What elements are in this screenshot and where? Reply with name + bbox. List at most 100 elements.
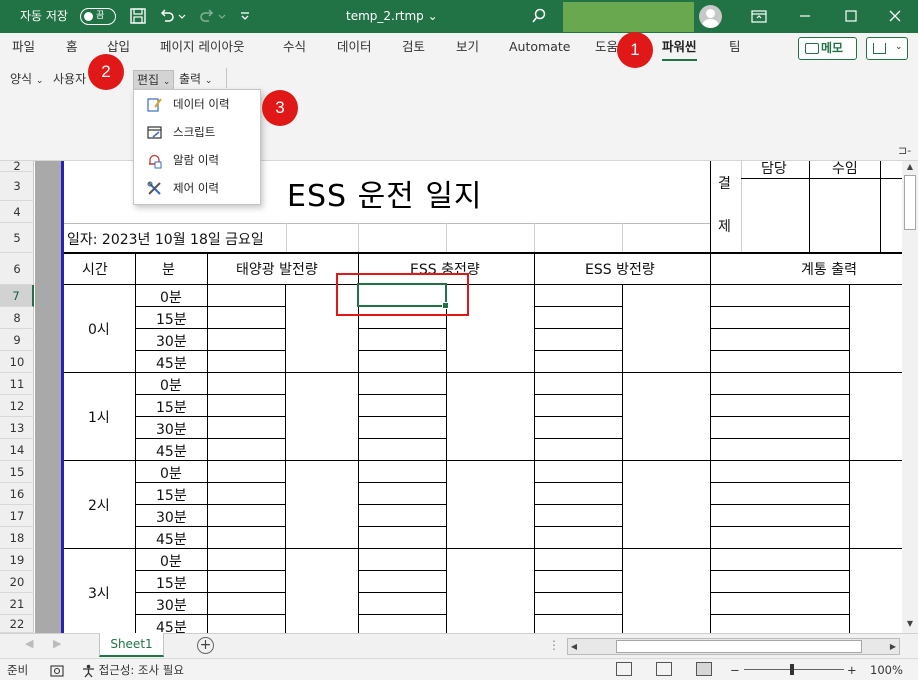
tab-team[interactable]: 팀 bbox=[729, 39, 741, 61]
row-header[interactable]: 13 bbox=[0, 417, 34, 439]
row-header[interactable]: 16 bbox=[0, 483, 34, 505]
vertical-scroll-thumb[interactable] bbox=[904, 175, 916, 230]
tab-data[interactable]: 데이터 bbox=[337, 39, 372, 61]
prev-sheet-icon[interactable]: ◀ bbox=[25, 637, 33, 650]
tab-automate[interactable]: Automate bbox=[509, 39, 570, 61]
autosave-toggle[interactable]: 끔 bbox=[80, 8, 116, 25]
zoom-slider[interactable] bbox=[744, 669, 844, 670]
row-header[interactable]: 19 bbox=[0, 549, 34, 571]
undo-dropdown-icon[interactable] bbox=[176, 6, 188, 26]
next-sheet-icon[interactable]: ▶ bbox=[53, 637, 61, 650]
close-icon[interactable] bbox=[885, 6, 905, 26]
undo-icon[interactable] bbox=[157, 6, 177, 26]
menu-item-script[interactable]: 스크립트 bbox=[134, 118, 260, 146]
zoom-slider-thumb[interactable] bbox=[790, 664, 794, 675]
user-menu[interactable]: 사용자 bbox=[53, 70, 86, 92]
row-header[interactable]: 20 bbox=[0, 571, 34, 593]
tab-file[interactable]: 파일 bbox=[12, 39, 35, 61]
menu-item-control-history[interactable]: 제어 이력 bbox=[134, 174, 260, 202]
scroll-right-icon[interactable]: ▶ bbox=[887, 639, 899, 654]
row-header[interactable]: 2 bbox=[0, 161, 34, 172]
header-grid-output: 계통 출력 bbox=[801, 262, 857, 278]
grid-line bbox=[880, 161, 881, 253]
pin-ribbon-icon[interactable]: ⊐- bbox=[898, 144, 911, 157]
row-header[interactable]: 17 bbox=[0, 505, 34, 527]
normal-view-icon[interactable] bbox=[616, 662, 632, 676]
grid-line bbox=[710, 306, 849, 307]
memo-button[interactable]: 메모 bbox=[798, 37, 857, 60]
tab-view[interactable]: 보기 bbox=[456, 39, 479, 61]
grid-line bbox=[534, 416, 622, 417]
row-header[interactable]: 22 bbox=[0, 615, 34, 633]
grid-line bbox=[207, 394, 285, 395]
grid-line bbox=[358, 592, 446, 593]
row-header[interactable]: 5 bbox=[0, 223, 34, 253]
ribbon-display-icon[interactable] bbox=[749, 6, 769, 26]
macro-record-icon[interactable] bbox=[50, 659, 64, 680]
hour-label: 0시 bbox=[88, 322, 110, 338]
scroll-up-icon[interactable]: ▲ bbox=[905, 162, 915, 171]
tab-home[interactable]: 홈 bbox=[66, 39, 78, 61]
redo-icon[interactable] bbox=[197, 6, 217, 26]
row-header[interactable]: 12 bbox=[0, 395, 34, 417]
grid-line bbox=[358, 438, 446, 439]
row-header[interactable]: 21 bbox=[0, 593, 34, 615]
grid-line bbox=[710, 526, 849, 527]
tab-formulas[interactable]: 수식 bbox=[283, 39, 306, 61]
row-header[interactable]: 15 bbox=[0, 461, 34, 483]
grid-line bbox=[358, 372, 446, 373]
horizontal-scroll-thumb[interactable] bbox=[616, 640, 862, 653]
grid-line bbox=[849, 548, 902, 549]
tab-page-layout[interactable]: 페이지 레이아웃 bbox=[160, 39, 244, 61]
form-menu[interactable]: 양식 ⌄ bbox=[10, 70, 43, 92]
row-header[interactable]: 9 bbox=[0, 329, 34, 351]
row-header[interactable]: 7 bbox=[0, 285, 34, 307]
row-header[interactable]: 6 bbox=[0, 253, 34, 285]
tab-review[interactable]: 검토 bbox=[402, 39, 425, 61]
row-header[interactable]: 3 bbox=[0, 172, 34, 201]
scroll-left-icon[interactable]: ◀ bbox=[568, 639, 580, 654]
sheet-tab-sheet1[interactable]: Sheet1 bbox=[99, 633, 164, 657]
avatar[interactable] bbox=[699, 5, 722, 28]
account-name-box[interactable] bbox=[563, 2, 694, 32]
redo-dropdown-icon[interactable] bbox=[216, 6, 228, 26]
zoom-in-button[interactable]: + bbox=[847, 659, 857, 680]
row-header[interactable]: 14 bbox=[0, 439, 34, 461]
row-header[interactable]: 8 bbox=[0, 307, 34, 329]
save-icon[interactable] bbox=[128, 6, 148, 26]
minimize-icon[interactable] bbox=[795, 6, 815, 26]
grid-line bbox=[358, 614, 446, 615]
accessibility-status[interactable]: 접근성: 조사 필요 bbox=[82, 659, 184, 680]
minute-label: 30분 bbox=[156, 334, 187, 350]
row-header[interactable]: 11 bbox=[0, 373, 34, 395]
customize-toolbar-icon[interactable] bbox=[235, 6, 255, 26]
row-header[interactable]: 18 bbox=[0, 527, 34, 549]
search-icon[interactable] bbox=[529, 6, 549, 26]
zoom-out-button[interactable]: − bbox=[730, 659, 740, 680]
minute-label: 30분 bbox=[156, 510, 187, 526]
script-icon bbox=[147, 126, 162, 139]
page-break-view-icon[interactable] bbox=[696, 662, 712, 676]
tab-powerthin[interactable]: 파워씬 bbox=[662, 39, 697, 61]
zoom-level[interactable]: 100% bbox=[870, 659, 903, 680]
horizontal-scrollbar[interactable]: ◀ ▶ bbox=[567, 638, 900, 655]
add-sheet-button[interactable]: + bbox=[197, 637, 214, 654]
minute-label: 15분 bbox=[156, 576, 187, 592]
cell-grid[interactable]: ESS 운전 일지 일자: 2023년 10월 18일 금요일 결 제 담당 수… bbox=[64, 161, 902, 633]
vertical-scrollbar[interactable]: ▲ ▼ bbox=[902, 161, 918, 633]
menu-item-alarm-history[interactable]: 알람 이력 bbox=[134, 146, 260, 174]
approval-col-2: 수임 bbox=[832, 161, 858, 177]
file-name[interactable]: temp_2.rtmp ⌄ bbox=[346, 0, 438, 33]
annotation-highlight-box bbox=[336, 273, 469, 316]
grid-line bbox=[534, 592, 622, 593]
tab-split-handle-icon[interactable]: ⋮ bbox=[548, 638, 560, 652]
worksheet[interactable]: 2 3 4 5 6 7 8 9 10 11 12 13 14 15 16 17 18 19 20 21 22 ESS 운… bbox=[0, 161, 902, 633]
row-header[interactable]: 10 bbox=[0, 351, 34, 373]
row-header[interactable]: 4 bbox=[0, 201, 34, 223]
page-layout-view-icon[interactable] bbox=[656, 662, 672, 676]
status-ready: 준비 bbox=[7, 663, 29, 677]
menu-item-data-history[interactable]: 데이터 이력 bbox=[134, 90, 260, 118]
maximize-icon[interactable] bbox=[841, 6, 861, 26]
share-button[interactable]: ⌄ bbox=[866, 37, 908, 60]
scroll-down-icon[interactable]: ▼ bbox=[905, 619, 915, 628]
